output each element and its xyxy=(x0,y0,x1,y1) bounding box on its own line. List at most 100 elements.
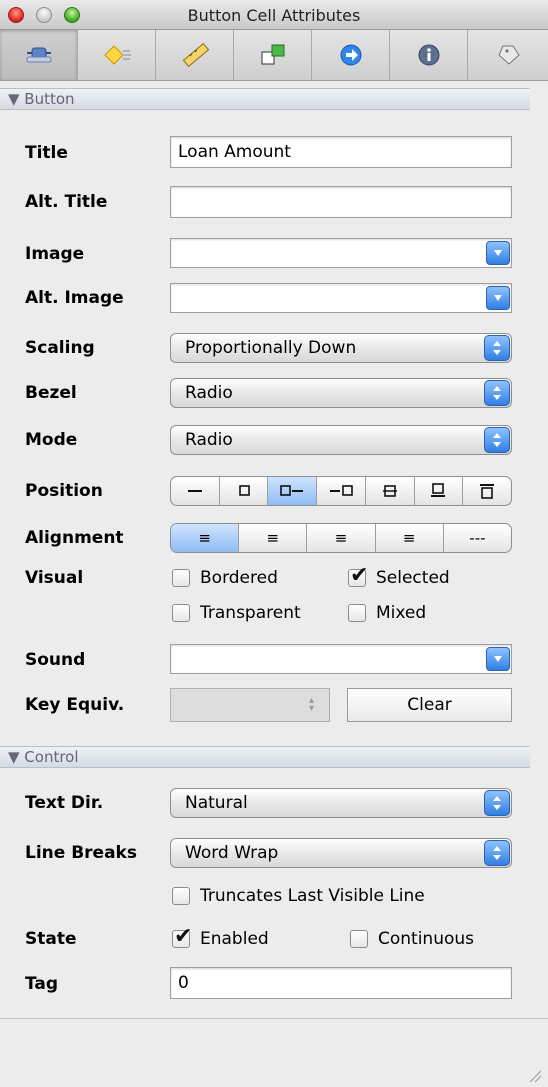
line-breaks-popup-value: Word Wrap xyxy=(185,843,279,863)
position-overlaps-button[interactable] xyxy=(366,477,415,505)
image-combobox[interactable] xyxy=(170,238,512,268)
position-image-below-icon xyxy=(480,484,495,499)
popup-stepper-icon xyxy=(484,427,510,453)
enabled-checkbox-box: ✔ xyxy=(172,924,192,949)
position-image-below-button[interactable] xyxy=(463,477,511,505)
bordered-checkbox-label: Bordered xyxy=(200,568,278,588)
resize-grip-icon[interactable] xyxy=(528,1069,542,1083)
title-field[interactable]: Loan Amount xyxy=(170,136,512,168)
line-breaks-label: Line Breaks xyxy=(25,843,137,863)
selected-checkbox[interactable]: ✔ Selected xyxy=(348,563,450,590)
position-image-right-button[interactable] xyxy=(317,477,366,505)
chevron-down-icon[interactable] xyxy=(486,286,510,310)
truncates-checkbox-label: Truncates Last Visible Line xyxy=(200,886,425,906)
alt-image-combobox[interactable] xyxy=(170,283,512,313)
popup-stepper-icon xyxy=(484,380,510,406)
align-center-icon: ≡ xyxy=(266,529,280,547)
position-overlaps-icon xyxy=(382,485,397,497)
scaling-popup-value: Proportionally Down xyxy=(185,338,357,358)
section-header-button[interactable]: ▼ Button xyxy=(0,88,530,110)
sound-combobox-value xyxy=(171,649,178,669)
text-dir-popup[interactable]: Natural xyxy=(170,788,512,818)
mode-popup[interactable]: Radio xyxy=(170,425,512,455)
chevron-down-icon[interactable] xyxy=(486,241,510,265)
position-image-only-button[interactable] xyxy=(220,477,269,505)
position-image-left-button[interactable] xyxy=(268,477,318,505)
position-no-image-button[interactable] xyxy=(171,477,220,505)
visual-label: Visual xyxy=(25,568,84,588)
connections-icon xyxy=(261,44,284,65)
chevron-down-icon[interactable] xyxy=(486,647,510,671)
enabled-checkbox-label: Enabled xyxy=(200,929,269,949)
align-left-icon: ≡ xyxy=(198,529,211,547)
position-segmented-control xyxy=(170,476,512,506)
align-justify-button[interactable]: ≡ xyxy=(307,524,376,552)
enabled-checkbox[interactable]: ✔ Enabled xyxy=(172,924,269,951)
align-center-button[interactable]: ≡ xyxy=(239,524,308,552)
tab-attributes[interactable] xyxy=(0,30,78,80)
selected-checkbox-box: ✔ xyxy=(348,563,368,588)
mixed-checkbox-label: Mixed xyxy=(376,603,427,623)
align-natural-button[interactable]: --- xyxy=(444,524,511,552)
continuous-checkbox[interactable]: Continuous xyxy=(350,927,474,951)
scaling-label: Scaling xyxy=(25,338,95,358)
align-left-button[interactable]: ≡ xyxy=(171,524,240,552)
bezel-label: Bezel xyxy=(25,383,77,403)
scaling-popup[interactable]: Proportionally Down xyxy=(170,333,512,363)
bordered-checkbox-box xyxy=(172,569,190,587)
line-breaks-popup[interactable]: Word Wrap xyxy=(170,838,512,868)
checkmark-icon: ✔ xyxy=(174,924,193,949)
tab-info[interactable] xyxy=(390,30,468,80)
tab-identity[interactable] xyxy=(468,30,548,80)
sound-label: Sound xyxy=(25,650,86,670)
alt-title-field[interactable] xyxy=(170,186,512,218)
tab-size[interactable] xyxy=(156,30,234,80)
popup-stepper-icon xyxy=(484,335,510,361)
position-image-above-button[interactable] xyxy=(415,477,464,505)
transparent-checkbox-label: Transparent xyxy=(200,603,301,623)
position-no-image-icon xyxy=(187,490,202,492)
tab-connections[interactable] xyxy=(234,30,312,80)
tag-field[interactable]: 0 xyxy=(170,967,512,999)
bindings-icon xyxy=(340,44,361,66)
size-ruler-icon xyxy=(182,42,209,68)
image-combobox-value xyxy=(171,243,178,263)
sound-combobox[interactable] xyxy=(170,644,512,674)
popup-stepper-icon xyxy=(484,790,510,816)
bordered-checkbox[interactable]: Bordered xyxy=(172,566,278,590)
mode-label: Mode xyxy=(25,430,78,450)
popup-stepper-icon xyxy=(484,840,510,866)
truncates-checkbox[interactable]: Truncates Last Visible Line xyxy=(172,884,425,908)
key-equiv-label: Key Equiv. xyxy=(25,695,125,715)
transparent-checkbox-box xyxy=(172,604,190,622)
align-natural-icon: --- xyxy=(469,529,486,547)
stepper-arrows-icon: ▴ ▾ xyxy=(309,695,315,714)
tab-effects[interactable] xyxy=(78,30,156,80)
inspector-toolbar xyxy=(0,30,548,81)
title-label: Title xyxy=(25,143,68,163)
footer-divider xyxy=(0,1018,548,1019)
effects-icon xyxy=(103,45,131,65)
info-icon xyxy=(418,44,439,66)
mode-popup-value: Radio xyxy=(185,430,233,450)
continuous-checkbox-label: Continuous xyxy=(378,929,475,949)
clear-key-equiv-button[interactable]: Clear xyxy=(347,688,512,722)
key-equiv-field[interactable]: ▴ ▾ xyxy=(170,688,330,722)
mixed-checkbox-box xyxy=(348,604,366,622)
align-right-button[interactable]: ≡ xyxy=(376,524,444,552)
section-header-control[interactable]: ▼ Control xyxy=(0,746,530,768)
alt-image-combobox-value xyxy=(171,288,178,308)
transparent-checkbox[interactable]: Transparent xyxy=(172,601,301,625)
mixed-checkbox[interactable]: Mixed xyxy=(348,601,426,625)
state-label: State xyxy=(25,929,77,949)
bezel-popup[interactable]: Radio xyxy=(170,378,512,408)
tab-bindings[interactable] xyxy=(312,30,390,80)
alt-image-label: Alt. Image xyxy=(25,288,124,308)
position-image-right-icon xyxy=(330,485,353,496)
text-dir-popup-value: Natural xyxy=(185,793,248,813)
position-image-only-icon xyxy=(238,485,250,496)
continuous-checkbox-box xyxy=(350,930,368,948)
position-image-left-icon xyxy=(280,485,304,496)
align-right-icon: ≡ xyxy=(402,529,416,547)
alignment-segmented-control: ≡ ≡ ≡ ≡ --- xyxy=(170,523,512,553)
